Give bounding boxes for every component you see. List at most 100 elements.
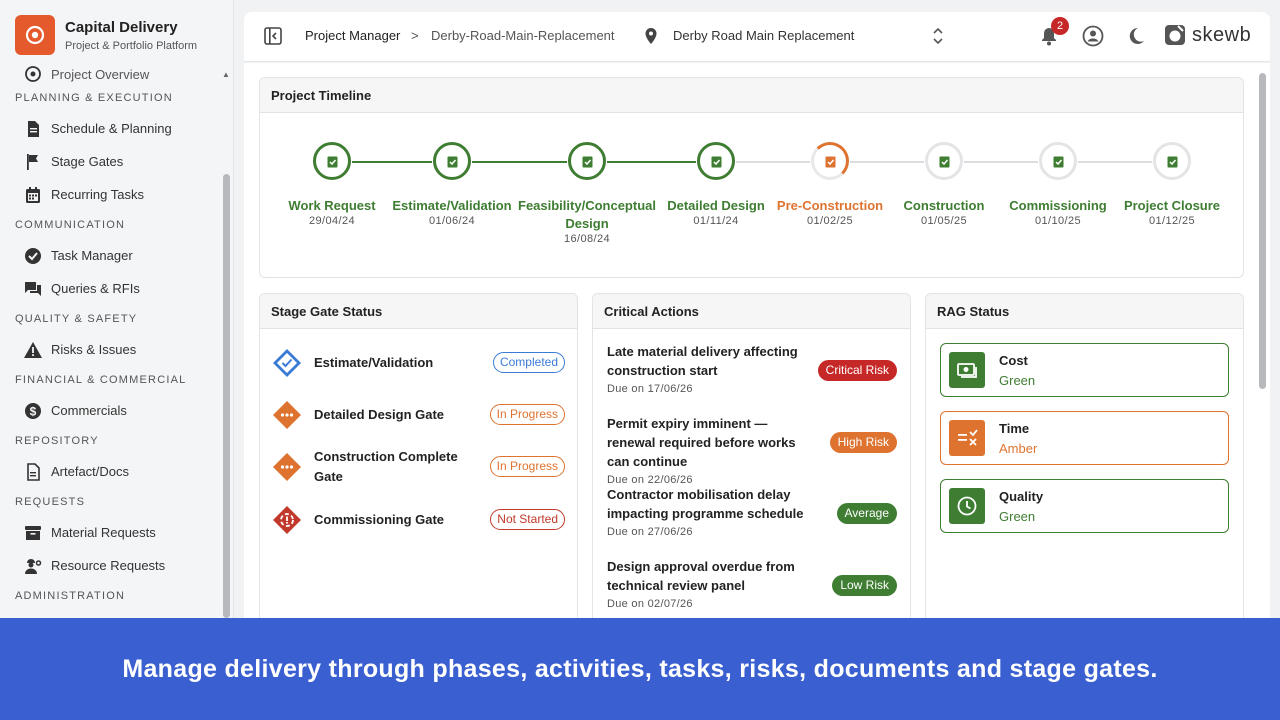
document-icon: [28, 120, 39, 137]
account-icon[interactable]: [1082, 25, 1104, 47]
unfold-icon[interactable]: [932, 26, 944, 46]
stage-gate-row[interactable]: Construction Complete Gate In Progress: [260, 449, 577, 484]
project-timeline-card: Project Timeline Work Request 29/04/24 Est…: [259, 77, 1244, 278]
scroll-up-icon[interactable]: ▲: [222, 70, 230, 79]
in-progress-diamond-icon: [273, 401, 301, 429]
timeline-connector: [964, 161, 1038, 163]
sidebar-item-project-overview[interactable]: Project Overview: [0, 64, 220, 84]
critical-action-item[interactable]: Late material delivery affecting constru…: [607, 342, 897, 395]
sidebar-item-artefact-docs[interactable]: Artefact/Docs: [0, 455, 220, 488]
sidebar-item-schedule-planning[interactable]: Schedule & Planning: [0, 112, 220, 145]
timeline-stage-node[interactable]: [1153, 142, 1191, 180]
completed-diamond-icon: [273, 349, 301, 377]
sidebar-item-task-manager[interactable]: Task Manager: [0, 239, 220, 272]
nav-section-quality: QUALITY & SAFETY: [15, 313, 138, 325]
project-selector[interactable]: Derby Road Main Replacement: [673, 28, 854, 43]
critical-actions-title: Critical Actions: [593, 294, 910, 329]
sidebar-item-stage-gates[interactable]: Stage Gates: [0, 145, 220, 178]
sidebar-item-commercials[interactable]: $ Commercials: [0, 394, 220, 427]
timeline-stage-node[interactable]: [568, 142, 606, 180]
timeline-connector: [1078, 161, 1152, 163]
rag-item-cost[interactable]: Cost Green: [940, 343, 1229, 397]
sidebar-item-resource-requests[interactable]: Resource Requests: [0, 549, 220, 582]
clipboard-check-icon: [1167, 156, 1177, 167]
sidebar-item-recurring-tasks[interactable]: Recurring Tasks: [0, 178, 220, 211]
target-icon: [25, 66, 41, 82]
skewb-brand: skewb: [1192, 24, 1252, 46]
breadcrumb-root[interactable]: Project Manager: [305, 28, 400, 43]
stage-gate-row[interactable]: Commissioning Gate Not Started: [260, 505, 577, 535]
action-title: Design approval overdue from technical r…: [607, 559, 795, 593]
action-due-date: Due on 02/07/26: [607, 598, 693, 610]
rag-item-name: Cost: [999, 353, 1028, 368]
clipboard-check-icon: [711, 156, 721, 167]
clipboard-check-icon: [1053, 156, 1063, 167]
critical-action-item[interactable]: Contractor mobilisation delay impacting …: [607, 485, 897, 538]
breadcrumb-current: Derby-Road-Main-Replacement: [431, 28, 615, 43]
timeline-stage-node[interactable]: [1039, 142, 1077, 180]
sidebar-toggle-icon[interactable]: [264, 27, 282, 45]
rag-item-value: Green: [999, 373, 1036, 388]
main-scrollbar[interactable]: [1259, 73, 1266, 389]
stage-gate-name: Commissioning Gate: [314, 512, 445, 527]
action-title: Contractor mobilisation delay impacting …: [607, 487, 804, 521]
status-pill-not-started: Not Started: [490, 509, 565, 530]
sidebar-scrollbar[interactable]: ▲: [221, 70, 231, 618]
status-pill-in-progress: In Progress: [489, 404, 565, 425]
timeline-stage-node[interactable]: [433, 142, 471, 180]
app-title: Capital Delivery: [65, 18, 178, 36]
top-bar: Project Manager > Derby-Road-Main-Replac…: [244, 12, 1270, 62]
dark-mode-icon[interactable]: [1126, 26, 1146, 46]
stage-gate-row[interactable]: Detailed Design Gate In Progress: [260, 400, 577, 430]
timeline-connector: [850, 161, 924, 163]
dollar-icon: $: [25, 402, 41, 419]
rag-item-time[interactable]: Time Amber: [940, 411, 1229, 465]
timeline-connector: [472, 161, 567, 163]
nav-section-planning: PLANNING & EXECUTION: [15, 92, 173, 104]
timeline-stage-label: Feasibility/Conceptual Design: [518, 198, 656, 231]
critical-action-item[interactable]: Design approval overdue from technical r…: [607, 557, 897, 610]
sidebar-item-risks-issues[interactable]: Risks & Issues: [0, 333, 220, 366]
notification-badge: 2: [1051, 17, 1069, 35]
timeline-stage-date: 01/12/25: [1148, 215, 1196, 227]
stage-gate-name: Detailed Design Gate: [314, 407, 445, 422]
app-subtitle: Project & Portfolio Platform: [65, 39, 198, 52]
timeline-stage-node[interactable]: [925, 142, 963, 180]
svg-text:$: $: [30, 404, 37, 418]
location-pin-icon: [645, 28, 657, 44]
stage-gate-card: Stage Gate Status Estimate/Validation Co…: [259, 293, 578, 633]
skewb-logo-icon: [1165, 25, 1185, 45]
stage-gate-row[interactable]: Estimate/Validation Completed: [260, 348, 577, 378]
file-icon: [27, 462, 40, 481]
sidebar-item-label: Resource Requests: [51, 558, 166, 573]
clipboard-check-icon: [582, 156, 592, 167]
brand[interactable]: Capital Delivery Project & Portfolio Pla…: [15, 15, 197, 55]
sidebar-item-label: Commercials: [51, 403, 127, 418]
sidebar-item-label: Material Requests: [51, 525, 156, 540]
nav-section-repository: REPOSITORY: [15, 435, 99, 447]
timeline-stage-node[interactable]: [313, 142, 351, 180]
timeline-stage-node[interactable]: [697, 142, 735, 180]
archive-icon: [25, 525, 41, 540]
timeline-stage-date: 01/06/24: [428, 215, 476, 227]
risk-pill-low: Low Risk: [832, 575, 897, 596]
clipboard-check-icon: [447, 156, 457, 167]
sidebar-item-label: Task Manager: [51, 248, 133, 263]
sidebar-scroll-thumb[interactable]: [223, 174, 230, 618]
action-title: Permit expiry imminent — renewal require…: [607, 416, 796, 469]
sidebar-item-queries-rfis[interactable]: Queries & RFIs: [0, 272, 220, 305]
timeline-stage-label: Estimate/Validation: [392, 198, 512, 213]
rag-item-quality[interactable]: Quality Green: [940, 479, 1229, 533]
rag-status-title: RAG Status: [926, 294, 1243, 329]
sidebar-item-label: Risks & Issues: [51, 342, 137, 357]
not-started-diamond-icon: [273, 506, 301, 534]
nav-section-administration: ADMINISTRATION: [15, 590, 126, 602]
caption-banner: Manage delivery through phases, activiti…: [0, 618, 1280, 720]
calendar-icon: [26, 186, 40, 203]
critical-action-item[interactable]: Permit expiry imminent — renewal require…: [607, 414, 897, 486]
timeline-stage-label: Work Request: [288, 198, 376, 213]
timeline-stage-node[interactable]: [811, 142, 849, 180]
sidebar-item-material-requests[interactable]: Material Requests: [0, 516, 220, 549]
clipboard-check-icon: [939, 156, 949, 167]
check-circle-icon: [25, 247, 41, 264]
